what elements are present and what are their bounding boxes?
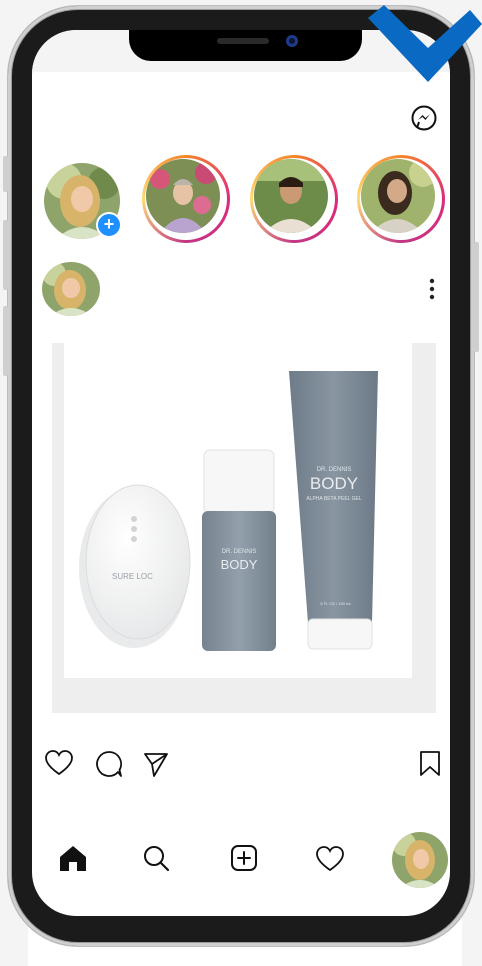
story-item[interactable] — [142, 155, 230, 243]
volume-down-button — [3, 306, 8, 376]
bookmark-icon[interactable] — [418, 750, 442, 778]
search-icon[interactable] — [142, 844, 170, 872]
add-story-icon[interactable]: + — [96, 212, 122, 238]
activity-heart-icon[interactable] — [315, 845, 345, 873]
volume-up-button — [3, 220, 8, 290]
story-item[interactable] — [250, 155, 338, 243]
checkmark-icon — [368, 5, 482, 82]
can-brand-text: DR. DENNIS — [222, 549, 257, 555]
product-photo: SURE LOC DR. DENNIS BODY DR. DENNIS BODY… — [64, 343, 412, 678]
messenger-icon[interactable] — [410, 104, 438, 132]
tube-brand-text: DR. DENNIS — [317, 467, 352, 473]
tube-label-text: BODY — [310, 474, 358, 493]
like-heart-icon[interactable] — [44, 749, 74, 777]
profile-avatar[interactable] — [392, 832, 448, 888]
device-brand-text: SURE LOC — [112, 572, 153, 581]
tube-sublabel-text: ALPHA BETA PEEL GEL — [306, 496, 362, 502]
post-image[interactable]: SURE LOC DR. DENNIS BODY DR. DENNIS BODY… — [52, 343, 436, 713]
send-icon[interactable] — [142, 750, 170, 778]
mute-switch — [3, 156, 8, 192]
can-label-text: BODY — [221, 557, 258, 572]
front-camera — [286, 35, 298, 47]
more-options-icon[interactable] — [424, 277, 440, 301]
speaker-grille — [217, 38, 269, 44]
home-icon[interactable] — [58, 844, 88, 872]
comment-icon[interactable] — [94, 749, 124, 779]
story-item[interactable] — [357, 155, 445, 243]
tube-volume-text: 6 FL OZ / 180 mL — [320, 601, 352, 606]
notch — [129, 30, 362, 61]
phone-screen: + SURE LOC DR. DENNIS BODY DR. DENNIS BO… — [32, 30, 450, 916]
power-button — [474, 242, 479, 352]
new-post-icon[interactable] — [230, 844, 258, 872]
post-author-avatar[interactable] — [42, 262, 100, 316]
